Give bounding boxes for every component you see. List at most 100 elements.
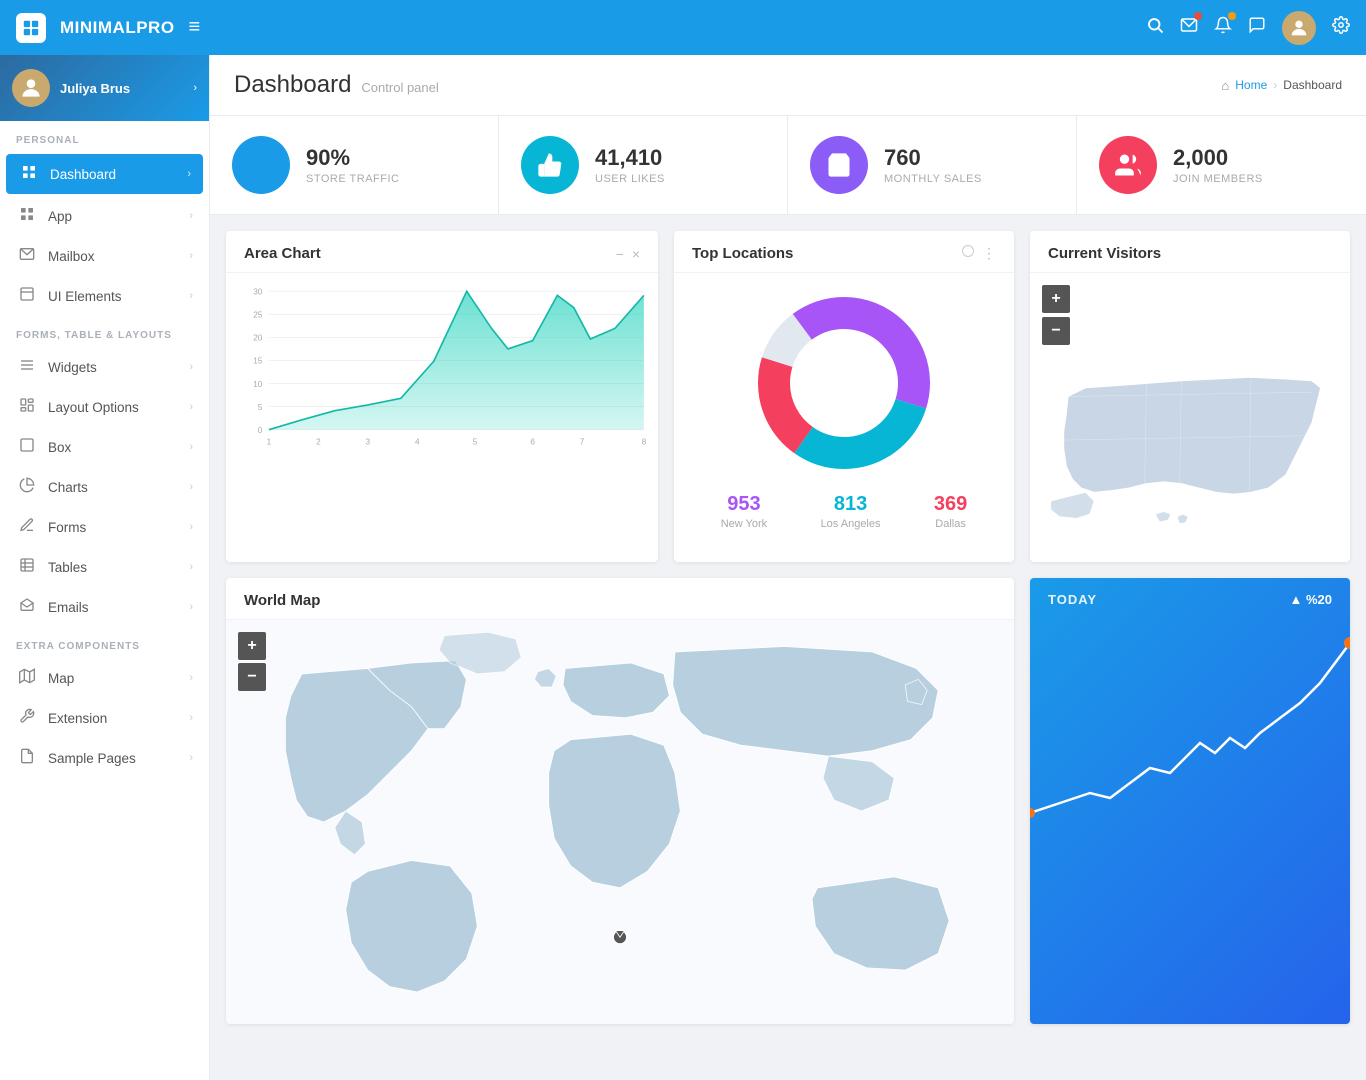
world-map-header: World Map bbox=[226, 578, 1014, 620]
dallas-label: Dallas bbox=[934, 518, 967, 530]
forms-icon bbox=[16, 517, 38, 537]
locations-circle-icon[interactable] bbox=[962, 245, 974, 257]
sidebar-item-charts[interactable]: Charts › bbox=[0, 467, 209, 507]
top-locations-title: Top Locations bbox=[692, 245, 793, 262]
current-visitors-card: Current Visitors + − bbox=[1030, 231, 1350, 562]
current-visitors-title: Current Visitors bbox=[1048, 245, 1161, 262]
sidebar-item-mailbox[interactable]: Mailbox › bbox=[0, 236, 209, 276]
bell-badge bbox=[1228, 12, 1236, 20]
svg-text:10: 10 bbox=[253, 380, 263, 389]
page-header: Dashboard Control panel ⌂ Home › Dashboa… bbox=[210, 55, 1366, 116]
world-zoom-in-btn[interactable]: + bbox=[238, 632, 266, 660]
sidebar-item-forms[interactable]: Forms › bbox=[0, 507, 209, 547]
svg-text:2: 2 bbox=[316, 438, 321, 447]
mailbox-label: Mailbox bbox=[48, 249, 189, 264]
world-map-controls: + − bbox=[238, 632, 266, 691]
today-header: TODAY ▲ %20 bbox=[1030, 578, 1350, 613]
search-icon[interactable] bbox=[1146, 16, 1164, 39]
area-chart-close[interactable]: × bbox=[632, 246, 640, 262]
sidebar-item-emails[interactable]: Emails › bbox=[0, 587, 209, 627]
user-likes-value: 41,410 bbox=[595, 145, 665, 171]
sidebar-item-app[interactable]: App › bbox=[0, 196, 209, 236]
sidebar-item-extension[interactable]: Extension › bbox=[0, 698, 209, 738]
la-label: Los Angeles bbox=[821, 518, 881, 530]
map-label: Map bbox=[48, 671, 189, 686]
today-chart bbox=[1030, 613, 1350, 833]
sidebar-item-tables[interactable]: Tables › bbox=[0, 547, 209, 587]
today-card: TODAY ▲ %20 bbox=[1030, 578, 1350, 1024]
page-title-group: Dashboard Control panel bbox=[234, 71, 439, 99]
breadcrumb-home[interactable]: Home bbox=[1235, 78, 1267, 92]
layout-options-chevron: › bbox=[189, 401, 193, 413]
forms-label: Forms bbox=[48, 520, 189, 535]
sidebar-item-map[interactable]: Map › bbox=[0, 658, 209, 698]
store-traffic-value: 90% bbox=[306, 145, 400, 171]
sample-pages-icon bbox=[16, 748, 38, 768]
breadcrumb-current: Dashboard bbox=[1283, 78, 1342, 92]
emails-chevron: › bbox=[189, 601, 193, 613]
sidebar: Juliya Brus › PERSONAL Dashboard › App ›… bbox=[0, 55, 210, 1080]
sidebar-item-box[interactable]: Box › bbox=[0, 427, 209, 467]
area-chart-minimize[interactable]: − bbox=[616, 246, 624, 262]
world-zoom-out-btn[interactable]: − bbox=[238, 663, 266, 691]
emails-icon bbox=[16, 597, 38, 617]
extension-chevron: › bbox=[189, 712, 193, 724]
user-likes-info: 41,410 USER LIKES bbox=[595, 145, 665, 185]
tables-icon bbox=[16, 557, 38, 577]
location-dallas: 369 Dallas bbox=[934, 493, 967, 530]
today-value: ▲ %20 bbox=[1290, 592, 1333, 607]
sidebar-user[interactable]: Juliya Brus › bbox=[0, 55, 209, 121]
layout-options-icon bbox=[16, 397, 38, 417]
ny-label: New York bbox=[721, 518, 767, 530]
svg-text:6: 6 bbox=[530, 438, 535, 447]
tables-label: Tables bbox=[48, 560, 189, 575]
layout-options-label: Layout Options bbox=[48, 400, 189, 415]
top-locations-body: 953 New York 813 Los Angeles 369 Dallas bbox=[674, 273, 1014, 546]
widgets-label: Widgets bbox=[48, 360, 189, 375]
top-locations-actions: ⋮ bbox=[962, 245, 996, 262]
visitors-zoom-out-btn[interactable]: − bbox=[1042, 317, 1070, 345]
box-icon bbox=[16, 437, 38, 457]
location-new-york: 953 New York bbox=[721, 493, 767, 530]
sidebar-item-sample-pages[interactable]: Sample Pages › bbox=[0, 738, 209, 778]
stat-user-likes: 41,410 USER LIKES bbox=[499, 116, 788, 214]
ui-elements-icon bbox=[16, 286, 38, 306]
monthly-sales-label: MONTHLY SALES bbox=[884, 173, 982, 185]
tables-chevron: › bbox=[189, 561, 193, 573]
mailbox-icon bbox=[16, 246, 38, 266]
svg-text:25: 25 bbox=[253, 311, 263, 320]
ui-elements-label: UI Elements bbox=[48, 289, 189, 304]
sidebar-item-widgets[interactable]: Widgets › bbox=[0, 347, 209, 387]
svg-text:4: 4 bbox=[415, 438, 420, 447]
locations-menu-icon[interactable]: ⋮ bbox=[982, 245, 996, 262]
section-forms: FORMS, TABLE & LAYOUTS bbox=[0, 316, 209, 347]
chat-icon[interactable] bbox=[1248, 16, 1266, 39]
dashboard-chevron: › bbox=[187, 168, 191, 180]
sample-pages-chevron: › bbox=[189, 752, 193, 764]
sidebar-item-dashboard[interactable]: Dashboard › bbox=[6, 154, 203, 194]
visitors-zoom-in-btn[interactable]: + bbox=[1042, 285, 1070, 313]
dashboard-label: Dashboard bbox=[50, 167, 187, 182]
sidebar-item-ui-elements[interactable]: UI Elements › bbox=[0, 276, 209, 316]
current-visitors-body: + − bbox=[1030, 273, 1350, 562]
user-likes-icon bbox=[521, 136, 579, 194]
charts-icon bbox=[16, 477, 38, 497]
bell-icon[interactable] bbox=[1214, 16, 1232, 39]
join-members-label: JOIN MEMBERS bbox=[1173, 173, 1263, 185]
user-avatar[interactable] bbox=[1282, 11, 1316, 45]
mailbox-chevron: › bbox=[189, 250, 193, 262]
area-chart-title: Area Chart bbox=[244, 245, 321, 262]
join-members-value: 2,000 bbox=[1173, 145, 1263, 171]
join-members-info: 2,000 JOIN MEMBERS bbox=[1173, 145, 1263, 185]
charts-chevron: › bbox=[189, 481, 193, 493]
home-icon: ⌂ bbox=[1221, 78, 1229, 93]
main-layout: Juliya Brus › PERSONAL Dashboard › App ›… bbox=[0, 55, 1366, 1080]
store-traffic-icon bbox=[232, 136, 290, 194]
sidebar-item-layout-options[interactable]: Layout Options › bbox=[0, 387, 209, 427]
svg-text:30: 30 bbox=[253, 288, 263, 297]
hamburger-icon[interactable]: ≡ bbox=[189, 16, 201, 39]
mail-icon[interactable] bbox=[1180, 16, 1198, 39]
settings-icon[interactable] bbox=[1332, 16, 1350, 39]
svg-text:5: 5 bbox=[258, 403, 263, 412]
monthly-sales-value: 760 bbox=[884, 145, 982, 171]
